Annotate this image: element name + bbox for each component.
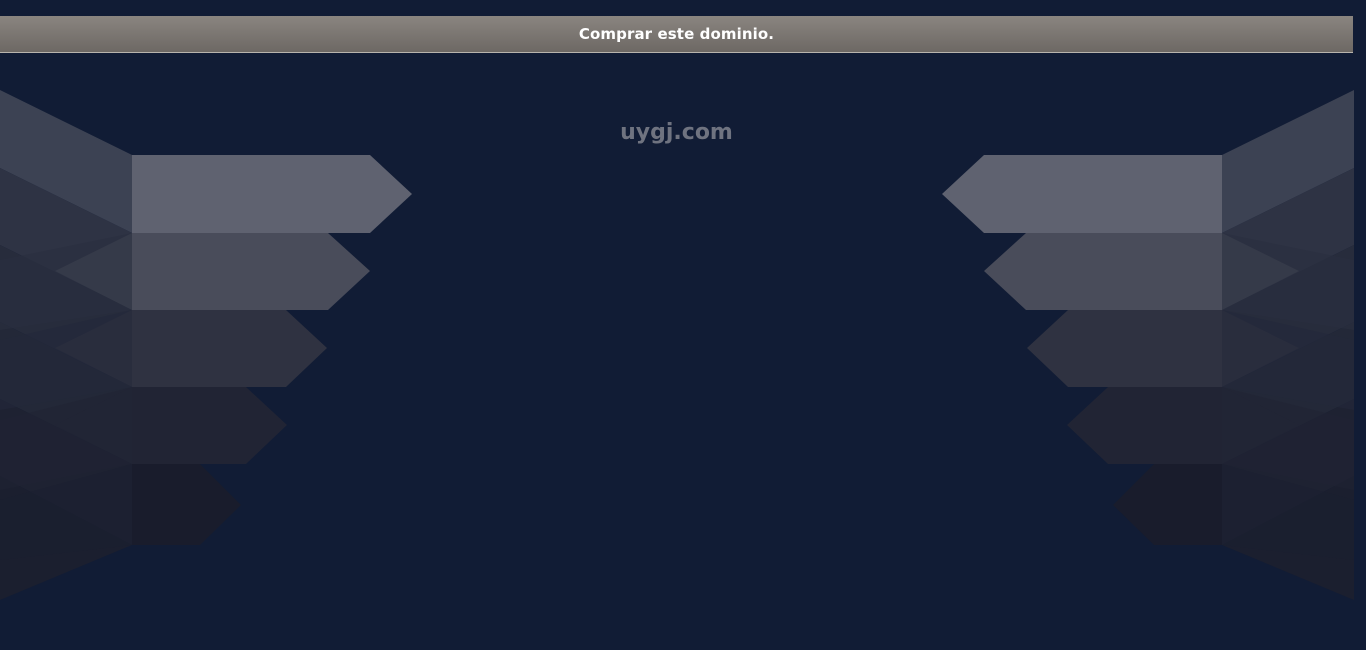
domain-name-heading: uygj.com — [620, 120, 733, 145]
buy-domain-link[interactable]: Comprar este dominio. — [579, 25, 774, 43]
decorative-arrows-graphic — [0, 90, 1354, 600]
parked-domain-page: Comprar este dominio. uygj.com — [0, 0, 1366, 650]
buy-domain-banner[interactable]: Comprar este dominio. — [0, 16, 1353, 53]
